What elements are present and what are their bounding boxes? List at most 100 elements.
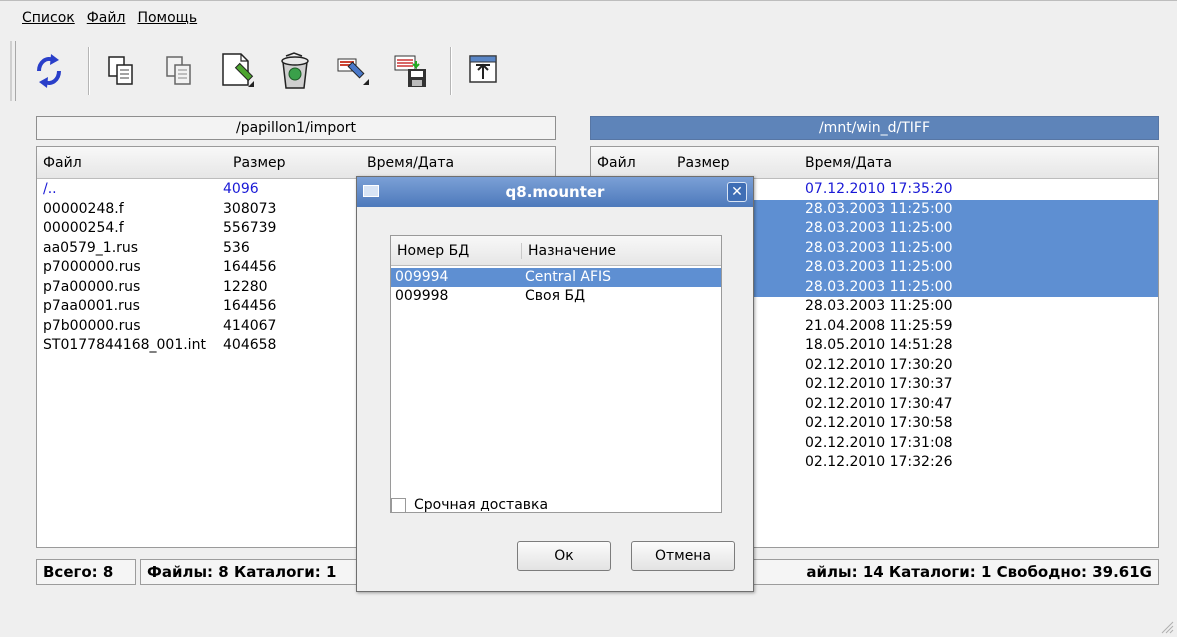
file-date: 02.12.2010 17:31:08 (805, 434, 953, 451)
left-status-total: Всего: 8 (36, 559, 136, 585)
file-date: 28.03.2003 11:25:00 (805, 259, 953, 275)
left-path-text: /papillon1/import (235, 120, 357, 136)
database-number: 009998 (395, 288, 449, 304)
file-name: aa0579_1.rus (43, 239, 139, 256)
right-path-text: /mnt/win_d/TIFF (818, 120, 931, 136)
file-name: p7b00000.rus (43, 317, 141, 334)
toolbar-separator (88, 47, 90, 95)
file-date: 02.12.2010 17:30:37 (805, 376, 953, 392)
file-name: p7000000.rus (43, 259, 141, 275)
file-size: 536 (223, 239, 250, 256)
column-header-size[interactable]: Размер (677, 155, 730, 171)
right-status-detail: айлы: 14 Каталоги: 1 Свободно: 39.61G (740, 559, 1159, 585)
urgent-delivery-checkbox[interactable] (391, 497, 406, 513)
database-row[interactable]: 009994 Central AFIS (391, 268, 721, 287)
cancel-button[interactable]: Отмена (631, 541, 735, 571)
urgent-delivery-label: Срочная доставка (414, 497, 549, 513)
left-path-bar[interactable]: /papillon1/import (36, 116, 556, 140)
mounter-dialog: q8.mounter ✕ Номер БД Назначение 009994 C… (356, 176, 754, 592)
file-size: 164456 (223, 298, 277, 314)
database-rows: 009994 Central AFIS 009998 Своя БД (391, 266, 721, 306)
file-date: 02.12.2010 17:30:20 (805, 356, 953, 373)
copy-disabled-icon (166, 56, 191, 85)
menu-list-label: Список (22, 9, 75, 26)
export-up-button[interactable] (464, 49, 502, 93)
copy-button[interactable] (102, 49, 140, 93)
file-name: 00000248.f (43, 200, 124, 217)
recycle-bin-icon (281, 52, 309, 89)
dialog-title: q8.mounter (505, 183, 605, 201)
column-header-purpose[interactable]: Назначение (521, 242, 616, 259)
file-date: 28.03.2003 11:25:00 (805, 298, 953, 314)
menu-file[interactable]: Файл (87, 10, 126, 26)
toolbar (10, 37, 1177, 105)
file-date: 07.12.2010 17:35:20 (805, 181, 953, 197)
menu-help-label: Помощь (137, 9, 198, 26)
left-status-bar: Всего: 8 Файлы: 8 Каталоги: 1 (36, 558, 360, 586)
file-date: 21.04.2008 11:25:59 (805, 317, 953, 334)
right-status-bar: айлы: 14 Каталоги: 1 Свободно: 39.61G (740, 558, 1159, 586)
file-name: p7a00000.rus (43, 278, 141, 295)
window-icon (363, 185, 379, 197)
toolbar-grip[interactable] (10, 41, 16, 101)
file-size: 12280 (223, 278, 268, 295)
file-date: 28.03.2003 11:25:00 (805, 239, 953, 256)
file-size: 414067 (223, 317, 277, 334)
recycle-bin-button[interactable] (276, 49, 314, 93)
right-path-bar[interactable]: /mnt/win_d/TIFF (590, 116, 1159, 140)
column-header-datetime[interactable]: Время/Дата (805, 155, 892, 171)
database-row[interactable]: 009998 Своя БД (391, 287, 721, 306)
toolbar-separator (450, 47, 452, 95)
copy-icon (108, 56, 133, 85)
left-status-detail: Файлы: 8 Каталоги: 1 (140, 559, 360, 585)
file-size: 4096 (223, 181, 259, 197)
ok-button[interactable]: Ок (517, 541, 611, 571)
refresh-icon (37, 54, 61, 88)
close-button[interactable]: ✕ (727, 182, 747, 202)
database-list[interactable]: Номер БД Назначение 009994 Central AFIS 00… (390, 235, 722, 513)
edit-document-button[interactable] (218, 49, 256, 93)
copy-disabled-button[interactable] (160, 49, 198, 93)
database-purpose: Central AFIS (525, 269, 612, 285)
menu-bar: Список Файл Помощь (0, 0, 1177, 34)
urgent-delivery-option[interactable]: Срочная доставка (391, 497, 548, 513)
close-icon: ✕ (731, 184, 743, 200)
move-tool-icon (337, 58, 369, 85)
column-header-size[interactable]: Размер (233, 155, 286, 171)
database-purpose: Своя БД (525, 288, 586, 304)
menu-list[interactable]: Список (22, 10, 75, 26)
column-header-file[interactable]: Файл (597, 155, 636, 171)
menu-help[interactable]: Помощь (137, 10, 197, 26)
file-name: p7aa0001.rus (43, 298, 140, 314)
resize-grip-icon[interactable] (1160, 620, 1174, 634)
ok-button-label: Ок (554, 548, 574, 564)
cancel-button-label: Отмена (654, 548, 712, 564)
edit-document-icon (222, 53, 254, 87)
file-size: 164456 (223, 259, 277, 275)
file-date: 02.12.2010 17:32:26 (805, 454, 953, 470)
file-size: 556739 (223, 220, 277, 236)
column-header-file[interactable]: Файл (43, 155, 82, 171)
right-list-header: Файл Размер Время/Дата (591, 147, 1158, 179)
file-date: 02.12.2010 17:30:58 (805, 415, 953, 431)
file-date: 02.12.2010 17:30:47 (805, 395, 953, 412)
file-date: 28.03.2003 11:25:00 (805, 220, 953, 236)
menu-file-label: Файл (86, 9, 126, 26)
move-tool-button[interactable] (334, 49, 372, 93)
export-up-icon (469, 55, 497, 83)
dialog-title-bar[interactable]: q8.mounter ✕ (357, 177, 753, 207)
file-date: 28.03.2003 11:25:00 (805, 200, 953, 217)
column-header-datetime[interactable]: Время/Дата (367, 155, 454, 171)
file-size: 308073 (223, 200, 277, 217)
file-date: 18.05.2010 14:51:28 (805, 337, 953, 353)
save-transfer-icon (394, 55, 426, 87)
file-name: ST0177844168_001.int (43, 337, 206, 353)
column-header-db-number[interactable]: Номер БД (397, 243, 469, 259)
file-date: 28.03.2003 11:25:00 (805, 278, 953, 295)
file-size: 404658 (223, 337, 277, 353)
database-list-header: Номер БД Назначение (391, 236, 721, 266)
refresh-button[interactable] (30, 49, 68, 93)
save-transfer-button[interactable] (392, 49, 430, 93)
database-number: 009994 (395, 269, 449, 285)
left-list-header: Файл Размер Время/Дата (37, 147, 555, 179)
